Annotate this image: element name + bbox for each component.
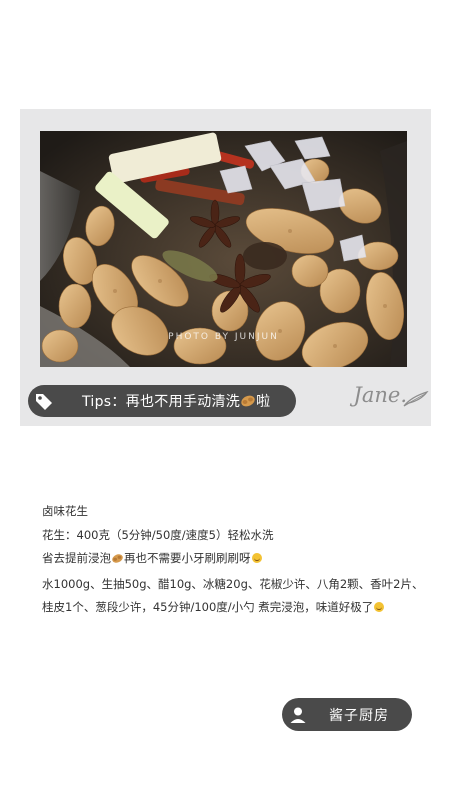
recipe-line-4: 桂皮1个、葱段少许，45分钟/100度/小勺 煮完浸泡，味道好极了: [42, 596, 422, 620]
smile-emoji: [251, 553, 262, 563]
recipe-card: PHOTO BY JUNJUN Tips：再也不用手动清洗啦 Jane.: [20, 109, 431, 426]
author-name: 酱子厨房: [329, 707, 389, 724]
recipe-line-2: 省去提前浸泡 再也不需要小牙刷刷刷呀: [42, 547, 422, 573]
feather-icon: [403, 390, 429, 411]
signature: Jane.: [353, 383, 407, 407]
photo-watermark: PHOTO BY JUNJUN: [168, 332, 279, 342]
tag-icon: [31, 388, 57, 414]
recipe-title: 卤味花生: [42, 504, 88, 518]
tips-pill: Tips：再也不用手动清洗啦: [28, 385, 296, 417]
peanut-emoji: [240, 394, 256, 412]
recipe-line-1: 花生：400克（5分钟/50度/速度5）轻松水洗: [42, 527, 274, 542]
recipe-photo: PHOTO BY JUNJUN: [40, 131, 407, 367]
author-pill[interactable]: 酱子厨房: [282, 698, 412, 731]
recipe-line-3: 水1000g、生抽50g、醋10g、冰糖20g、花椒少许、八角2颗、香叶2片、: [42, 576, 424, 591]
recipe-text: 卤味花生 花生：400克（5分钟/50度/速度5）轻松水洗 省去提前浸泡 再也不需…: [42, 500, 424, 620]
smile-emoji: [374, 602, 385, 612]
tips-text: Tips：再也不用手动清洗啦: [82, 393, 271, 412]
peanut-emoji: [111, 549, 124, 573]
user-icon: [285, 702, 311, 728]
